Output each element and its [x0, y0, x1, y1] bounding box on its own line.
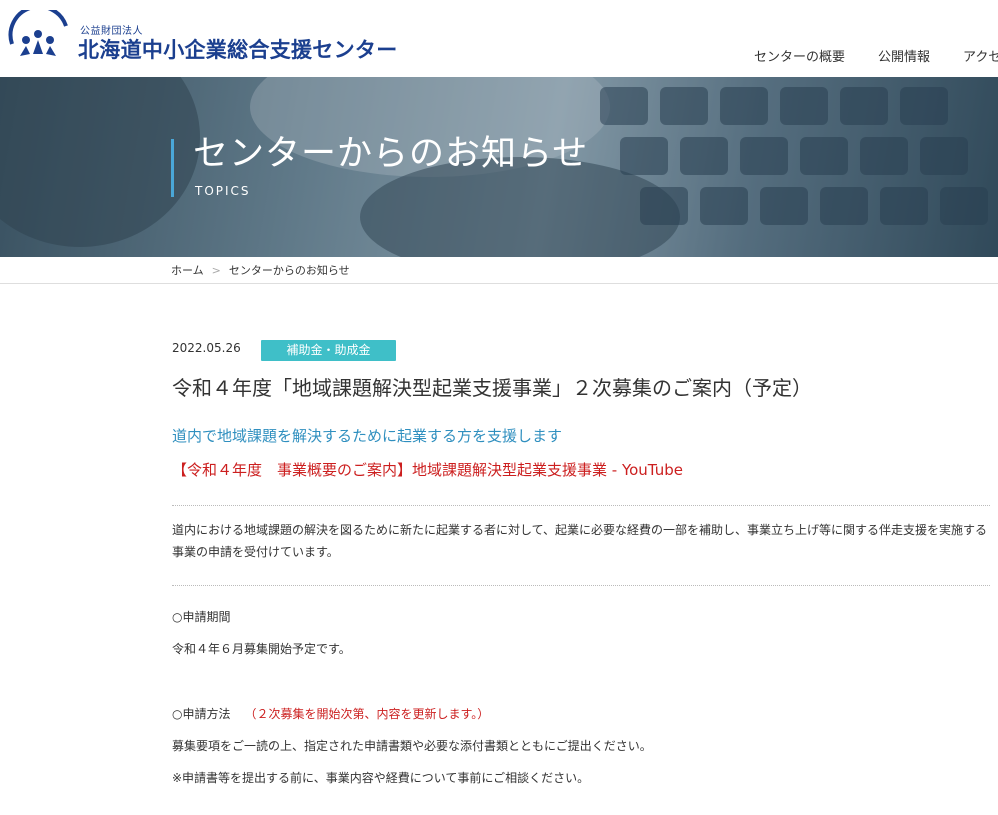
- page-subtitle: TOPICS: [195, 184, 251, 198]
- breadcrumb-current: センターからのお知らせ: [228, 264, 350, 277]
- site-header: 公益財団法人 北海道中小企業総合支援センター センターの概要 公開情報 アクセ: [0, 0, 998, 77]
- breadcrumb-divider: [0, 283, 998, 284]
- application-method-label: ○申請方法 （２次募集を開始次第、内容を更新します。）: [172, 705, 489, 722]
- hero-accent-bar: [171, 139, 174, 197]
- nav-item-about[interactable]: センターの概要: [754, 46, 845, 65]
- center-logo-icon[interactable]: [6, 10, 70, 62]
- page-title: センターからのお知らせ: [193, 134, 589, 174]
- application-method-title: ○申請方法: [172, 707, 231, 721]
- article-date: 2022.05.26: [172, 341, 241, 355]
- application-caution: ※申請書等を提出する前に、事業内容や経費について事前にご相談ください。: [172, 771, 590, 785]
- hero-banner: センターからのお知らせ TOPICS: [0, 77, 998, 257]
- category-badge[interactable]: 補助金・助成金: [261, 340, 396, 361]
- breadcrumb: ホーム > センターからのお知らせ: [171, 262, 350, 278]
- article-lead: 道内で地域課題を解決するために起業する方を支援します: [172, 427, 563, 445]
- article-title: 令和４年度「地域課題解決型起業支援事業」２次募集のご案内（予定）: [172, 376, 812, 400]
- application-period-value: 令和４年６月募集開始予定です。: [172, 642, 351, 656]
- nav-item-disclosure[interactable]: 公開情報: [878, 46, 930, 65]
- application-method-value: 募集要項をご一読の上、指定された申請書類や必要な添付書類とともにご提出ください。: [172, 739, 652, 753]
- breadcrumb-separator-icon: >: [211, 264, 221, 277]
- article-body: 道内における地域課題の解決を図るために新たに起業する者に対して、起業に必要な経費…: [172, 523, 988, 559]
- application-method-note: （２次募集を開始次第、内容を更新します。）: [244, 707, 490, 721]
- nav-item-access[interactable]: アクセ: [963, 46, 998, 65]
- breadcrumb-home-link[interactable]: ホーム: [171, 264, 204, 277]
- youtube-video-link[interactable]: 【令和４年度 事業概要のご案内】地域課題解決型起業支援事業 - YouTube: [172, 459, 683, 480]
- org-name-title[interactable]: 北海道中小企業総合支援センター: [78, 34, 398, 64]
- dotted-divider: [172, 505, 990, 506]
- application-period-label: ○申請期間: [172, 610, 231, 624]
- dotted-divider: [172, 585, 990, 586]
